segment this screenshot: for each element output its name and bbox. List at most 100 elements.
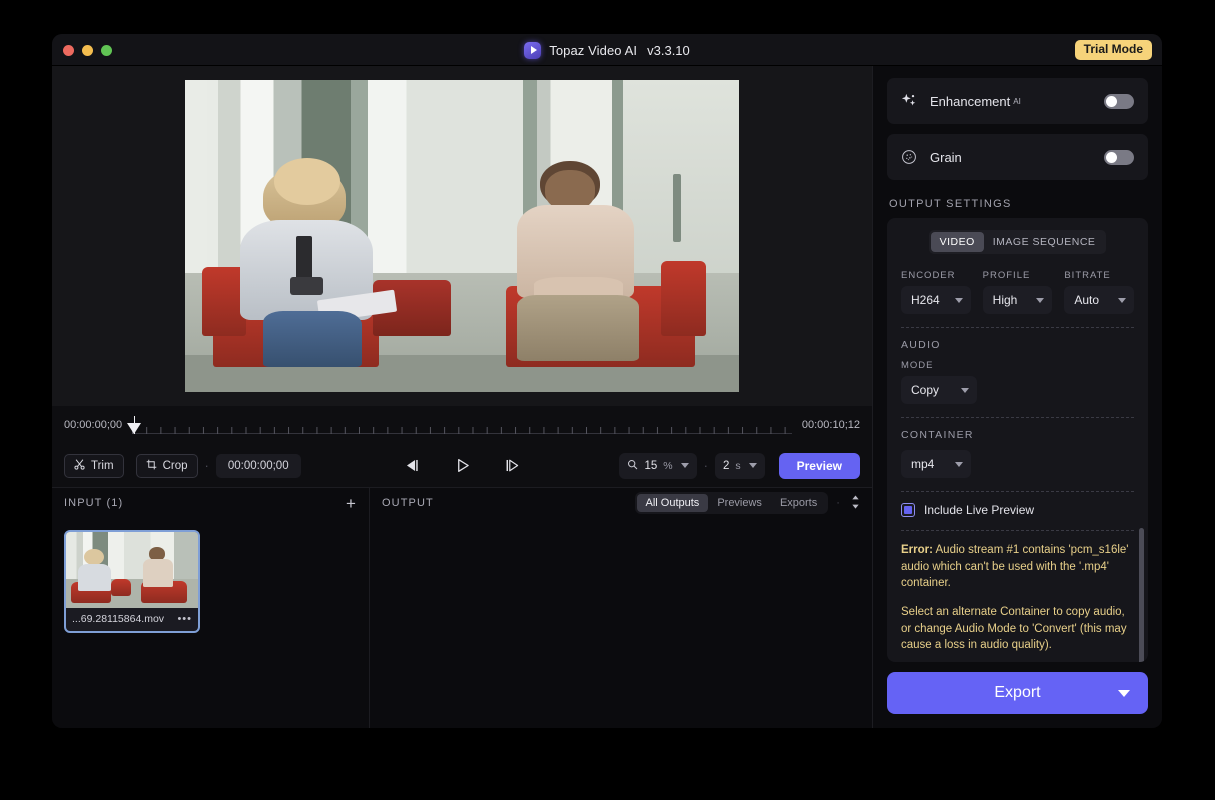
zoom-unit: % — [663, 459, 673, 472]
timeline-ruler[interactable] — [127, 414, 792, 436]
transport-bar: Trim Crop · 00:00:00;00 15 % · 2 s Previ… — [52, 444, 872, 488]
audio-mode-select[interactable]: Copy — [901, 376, 977, 404]
output-panel-title: OUTPUT — [382, 497, 434, 509]
bottom-panels: INPUT (1) + ...69.28115864.mov ••• OUTPU… — [52, 488, 872, 728]
preview-duration-select[interactable]: 2 s — [714, 452, 765, 479]
sparkle-icon — [901, 93, 919, 109]
enhancement-toggle[interactable] — [1104, 93, 1134, 109]
divider — [901, 417, 1134, 418]
module-label: Enhancement — [930, 93, 1011, 109]
tab-video[interactable]: VIDEO — [930, 232, 984, 252]
encoder-select[interactable]: H264 — [901, 286, 971, 314]
export-button[interactable]: Export — [887, 672, 1148, 714]
sort-updown-icon[interactable] — [851, 494, 860, 512]
topaz-play-logo-icon — [524, 41, 542, 59]
chevron-down-icon — [680, 463, 689, 468]
container-select[interactable]: mp4 — [901, 450, 971, 478]
zoom-duration-separator: · — [703, 458, 708, 473]
module-label: Grain — [930, 149, 962, 165]
live-preview-checkbox[interactable] — [901, 503, 915, 517]
container-value: mp4 — [911, 457, 935, 471]
grain-toggle[interactable] — [1104, 149, 1134, 165]
encoder-row: ENCODER H264 PROFILE High BITRATE Auto — [901, 270, 1135, 314]
output-settings-card: VIDEO IMAGE SEQUENCE ENCODER H264 PROFIL… — [887, 218, 1148, 662]
bitrate-value: Auto — [1074, 293, 1100, 307]
bitrate-select[interactable]: Auto — [1064, 286, 1135, 314]
video-stage — [52, 66, 872, 406]
app-version: v3.3.10 — [647, 42, 690, 58]
prev-frame-icon[interactable] — [404, 458, 421, 473]
zoom-level-select[interactable]: 15 % — [619, 452, 697, 479]
magnifier-icon — [627, 459, 638, 473]
grain-circle-icon — [901, 149, 919, 165]
crop-icon — [146, 459, 157, 473]
title-center-group: Topaz Video AI v3.3.10 — [52, 34, 1162, 66]
preview-button[interactable]: Preview — [778, 452, 860, 479]
live-preview-label: Include Live Preview — [924, 503, 1035, 517]
chevron-down-icon — [955, 461, 963, 467]
tab-exports[interactable]: Exports — [771, 494, 826, 512]
error-hint: Select an alternate Container to copy au… — [901, 606, 1127, 652]
error-body: Audio stream #1 contains 'pcm_s16le' aud… — [901, 544, 1129, 590]
input-filename: ...69.28115864.mov — [72, 613, 165, 625]
export-area: Export — [873, 662, 1162, 728]
play-icon[interactable] — [455, 458, 470, 473]
input-list: ...69.28115864.mov ••• — [52, 518, 369, 645]
output-settings-title: OUTPUT SETTINGS — [889, 198, 1012, 210]
profile-select[interactable]: High — [982, 286, 1053, 314]
timeline-start-timecode: 00:00:00;00 — [64, 419, 123, 431]
chevron-down-icon — [748, 463, 757, 468]
module-enhancement[interactable]: Enhancement AI — [887, 78, 1148, 124]
error-prefix: Error: — [901, 544, 933, 556]
trim-button[interactable]: Trim — [64, 453, 124, 478]
timeline[interactable]: 00:00:00;00 00:00:10;12 — [52, 406, 872, 444]
chevron-down-icon[interactable] — [1118, 689, 1130, 697]
transport-separator: · — [204, 458, 209, 473]
settings-scrollbar[interactable] — [1139, 528, 1144, 662]
tab-all-outputs[interactable]: All Outputs — [636, 494, 709, 512]
divider — [901, 327, 1134, 328]
right-sidebar: Enhancement AI Grain OUTPUT SETTINGS VID… — [872, 66, 1162, 728]
playhead-marker[interactable] — [127, 423, 142, 434]
divider — [901, 530, 1134, 531]
trim-label: Trim — [91, 459, 114, 472]
video-preview[interactable] — [185, 80, 739, 392]
plus-icon[interactable]: + — [346, 495, 357, 512]
output-panel: OUTPUT All Outputs Previews Exports · — [370, 488, 872, 728]
output-separator: · — [836, 497, 841, 509]
chevron-down-icon — [954, 297, 963, 303]
tab-previews[interactable]: Previews — [708, 494, 771, 512]
input-file-label: ...69.28115864.mov ••• — [66, 608, 198, 631]
transport-right-group: 15 % · 2 s Preview — [619, 452, 860, 479]
ellipsis-icon[interactable]: ••• — [177, 613, 192, 625]
list-item[interactable]: ...69.28115864.mov ••• — [64, 530, 200, 633]
tab-image-sequence[interactable]: IMAGE SEQUENCE — [984, 232, 1105, 252]
duration-unit: s — [735, 459, 741, 472]
profile-value: High — [992, 293, 1018, 307]
error-message: Error: Audio stream #1 contains 'pcm_s16… — [901, 542, 1134, 592]
container-section-title: CONTAINER — [901, 429, 974, 441]
duration-value: 2 — [722, 459, 730, 472]
trial-mode-badge[interactable]: Trial Mode — [1074, 40, 1152, 61]
output-panel-header: OUTPUT All Outputs Previews Exports · — [370, 488, 872, 518]
output-mode-tabs: VIDEO IMAGE SEQUENCE — [901, 230, 1134, 254]
encoder-value: H264 — [911, 293, 940, 307]
title-bar: Topaz Video AI v3.3.10 Trial Mode — [52, 34, 1162, 66]
audio-mode-value: Copy — [911, 383, 940, 397]
profile-label: PROFILE — [982, 270, 1031, 281]
crop-button[interactable]: Crop — [135, 453, 198, 478]
chevron-down-icon — [1036, 297, 1045, 303]
input-thumbnail — [66, 532, 198, 608]
input-panel-title: INPUT (1) — [64, 497, 124, 509]
crop-label: Crop — [162, 459, 188, 472]
scissors-icon — [74, 458, 85, 473]
include-live-preview-row[interactable]: Include Live Preview — [901, 503, 1134, 517]
module-grain[interactable]: Grain — [887, 134, 1148, 180]
audio-section-title: AUDIO — [901, 339, 941, 351]
app-window: Topaz Video AI v3.3.10 Trial Mode 00:00:… — [52, 34, 1162, 728]
chevron-down-icon — [1118, 297, 1127, 303]
next-frame-icon[interactable] — [504, 458, 521, 473]
export-label: Export — [994, 684, 1041, 701]
current-timecode-field[interactable]: 00:00:00;00 — [215, 453, 301, 478]
input-panel: INPUT (1) + ...69.28115864.mov ••• — [52, 488, 370, 728]
